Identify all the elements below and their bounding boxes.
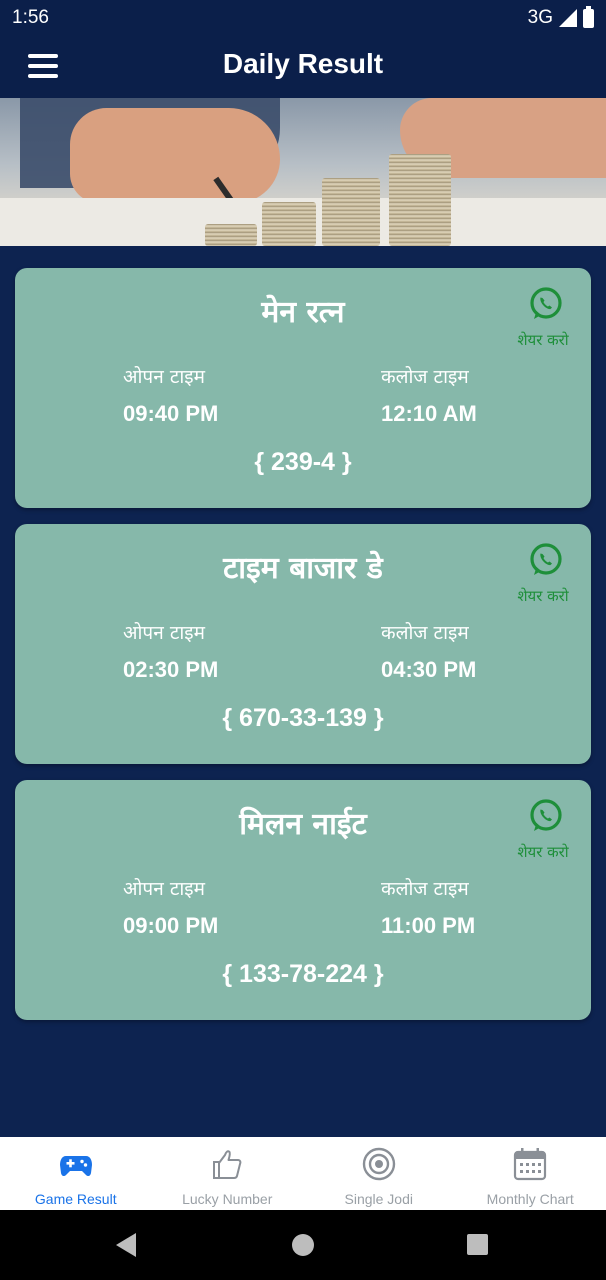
result-card: मिलन नाईट शेयर करो ओपन टाइम कलोज टाइम 09… [15,780,591,1020]
thumbs-up-icon [213,1150,242,1179]
close-time-label: कलोज टाइम [381,878,469,900]
status-bar: 1:56 3G [0,0,606,36]
result-number: { 239-4 } [254,448,352,476]
open-time-value: 09:00 PM [123,913,219,938]
whatsapp-icon [530,287,562,319]
back-icon[interactable] [116,1233,136,1257]
close-time-label: कलोज टाइम [381,622,469,644]
nav-label: Single Jodi [344,1191,414,1207]
whatsapp-share-button[interactable]: शेयर करो [515,798,577,861]
gamepad-icon [59,1156,92,1177]
signal-icon [559,9,577,27]
close-time-value: 11:00 PM [381,913,476,938]
battery-icon [583,5,594,28]
banner-hand-shape [70,108,280,203]
whatsapp-icon [530,543,562,575]
market-title: मेन रत्न [261,295,345,330]
status-time: 1:56 [12,7,49,28]
coin-stack-1 [205,224,257,246]
open-time-label: ओपन टाइम [123,366,206,388]
share-label: शेयर करो [517,587,569,605]
open-time-label: ओपन टाइम [123,622,206,644]
coin-stack-4 [389,154,451,246]
coin-stack-3 [322,178,380,246]
market-title: टाइम बाजार डे [223,551,383,586]
open-time-label: ओपन टाइम [123,878,206,900]
nav-item-game-result[interactable]: Game Result [0,1137,152,1210]
whatsapp-share-button[interactable]: शेयर करो [515,286,577,349]
result-number: { 670-33-139 } [222,704,384,732]
whatsapp-icon [530,799,562,831]
share-label: शेयर करो [517,331,569,349]
page-title: Daily Result [222,48,384,79]
system-navigation-bar [0,1210,606,1280]
nav-item-lucky-number[interactable]: Lucky Number [152,1137,304,1210]
status-icons: 3G [527,5,594,29]
share-label: शेयर करो [517,843,569,861]
target-icon [362,1147,395,1181]
whatsapp-share-button[interactable]: शेयर करो [515,542,577,605]
nav-label: Game Result [34,1191,117,1207]
coin-stack-2 [262,202,316,246]
nav-item-monthly-chart[interactable]: Monthly Chart [455,1137,606,1210]
bottom-navigation: Game Result Lucky Number Single Jodi Mon… [0,1137,606,1210]
calendar-icon [514,1148,547,1181]
market-title: मिलन नाईट [239,807,367,842]
network-type: 3G [527,7,553,28]
nav-label: Lucky Number [182,1191,273,1207]
app-bar: Daily Result [0,36,606,98]
home-icon[interactable] [292,1234,314,1256]
result-card: टाइम बाजार डे शेयर करो ओपन टाइम कलोज टाइ… [15,524,591,764]
banner-image [0,98,606,246]
close-time-value: 04:30 PM [381,657,477,682]
nav-label: Monthly Chart [486,1191,574,1207]
recents-icon[interactable] [467,1234,488,1255]
result-card: मेन रत्न शेयर करो ओपन टाइम कलोज टाइम 09:… [15,268,591,508]
result-number: { 133-78-224 } [222,960,384,988]
close-time-value: 12:10 AM [381,401,477,426]
nav-item-single-jodi[interactable]: Single Jodi [303,1137,455,1210]
open-time-value: 02:30 PM [123,657,219,682]
open-time-value: 09:40 PM [123,401,219,426]
close-time-label: कलोज टाइम [381,366,469,388]
